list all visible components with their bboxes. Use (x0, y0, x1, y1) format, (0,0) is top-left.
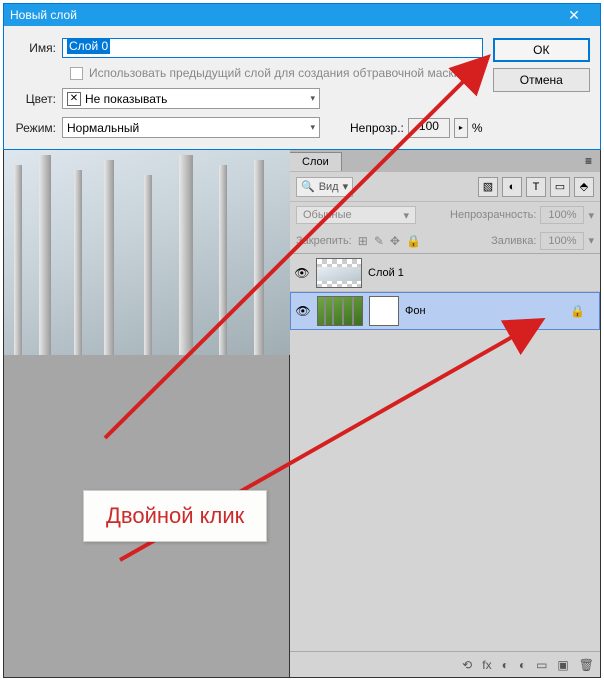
fx-icon[interactable]: fx (482, 658, 491, 672)
filter-smart-icon[interactable]: ⬘ (574, 177, 594, 197)
panel-menu-icon[interactable]: ≡ (577, 154, 600, 168)
clip-mask-label: Использовать предыдущий слой для создани… (89, 66, 460, 80)
new-layer-dialog: Новый слой ✕ Имя: Слой 0 Использовать пр… (3, 3, 601, 150)
none-icon: ✕ (67, 92, 81, 106)
dialog-titlebar[interactable]: Новый слой ✕ (4, 4, 600, 26)
chevron-down-icon[interactable]: ▾ (588, 234, 594, 247)
layer-name[interactable]: Фон (405, 305, 426, 317)
layer-row[interactable]: 👁 Слой 1 (290, 254, 600, 292)
panel-opacity-value[interactable]: 100% (540, 206, 584, 224)
panel-opacity-label: Непрозрачность: (450, 209, 536, 221)
mode-label: Режим: (14, 121, 62, 135)
dialog-form: Имя: Слой 0 Использовать предыдущий слой… (14, 38, 483, 146)
new-layer-icon[interactable]: ▣ (557, 658, 568, 672)
workspace: Слои ≡ 🔍 Вид ▾ ▧ ◐ T ▭ ⬘ Обычные ▾ (3, 150, 601, 678)
filter-adjust-icon[interactable]: ◐ (502, 177, 522, 197)
filter-image-icon[interactable]: ▧ (478, 177, 498, 197)
annotation-tooltip: Двойной клик (83, 490, 267, 542)
canvas-area[interactable] (4, 150, 290, 677)
layer-thumbnail[interactable] (316, 258, 362, 288)
layer-row[interactable]: 👁 Фон 🔒 (290, 292, 600, 330)
layer-name[interactable]: Слой 1 (368, 267, 404, 279)
lock-label: Закрепить: (296, 235, 352, 247)
color-label: Цвет: (14, 92, 62, 106)
opacity-input[interactable]: 100 (408, 118, 450, 138)
lock-all-icon[interactable]: 🔒 (406, 234, 421, 248)
layer-thumbnail[interactable] (317, 296, 363, 326)
lock-position-icon[interactable]: ✥ (390, 234, 400, 248)
fill-label: Заливка: (491, 235, 536, 247)
filter-kind-select[interactable]: 🔍 Вид ▾ (296, 177, 353, 197)
layers-panel: Слои ≡ 🔍 Вид ▾ ▧ ◐ T ▭ ⬘ Обычные ▾ (290, 150, 600, 677)
clip-mask-checkbox[interactable] (70, 67, 83, 80)
opacity-flyout[interactable]: ▸ (454, 118, 468, 138)
chevron-down-icon: ▾ (343, 180, 349, 193)
chevron-down-icon[interactable]: ▾ (588, 209, 594, 222)
cancel-button[interactable]: Отмена (493, 68, 590, 92)
lock-icon: 🔒 (570, 304, 595, 318)
mode-select[interactable]: Нормальный ▾ (62, 117, 320, 138)
name-label: Имя: (14, 41, 62, 55)
panel-footer: ⟲ fx ◐ ◐ ▭ ▣ 🗑 (290, 651, 600, 677)
dialog-title: Новый слой (10, 8, 554, 22)
tab-layers[interactable]: Слои (290, 152, 342, 171)
layer-mask-thumbnail[interactable] (369, 296, 399, 326)
adjustment-icon[interactable]: ◐ (519, 658, 526, 672)
color-select[interactable]: ✕ Не показывать ▾ (62, 88, 320, 109)
opacity-suffix: % (472, 121, 483, 135)
group-icon[interactable]: ▭ (536, 658, 547, 672)
opacity-label: Непрозр.: (350, 121, 404, 135)
mask-icon[interactable]: ◐ (502, 658, 509, 672)
canvas-image (4, 150, 290, 355)
filter-shape-icon[interactable]: ▭ (550, 177, 570, 197)
visibility-icon[interactable]: 👁 (295, 304, 311, 318)
fill-value[interactable]: 100% (540, 232, 584, 250)
close-icon[interactable]: ✕ (554, 7, 594, 24)
lock-brush-icon[interactable]: ✎ (374, 234, 384, 248)
name-input[interactable]: Слой 0 (62, 38, 483, 58)
chevron-down-icon: ▾ (310, 93, 315, 104)
ok-button[interactable]: ОК (493, 38, 590, 62)
filter-text-icon[interactable]: T (526, 177, 546, 197)
link-layers-icon[interactable]: ⟲ (462, 658, 472, 672)
chevron-down-icon: ▾ (310, 122, 315, 133)
panel-tabbar: Слои ≡ (290, 150, 600, 172)
lock-pixels-icon[interactable]: ⊞ (358, 234, 368, 248)
layer-list: 👁 Слой 1 👁 Фон 🔒 (290, 254, 600, 651)
chevron-down-icon: ▾ (403, 209, 409, 222)
trash-icon[interactable]: 🗑 (579, 658, 594, 672)
search-icon: 🔍 (301, 180, 315, 193)
blend-mode-select[interactable]: Обычные ▾ (296, 206, 416, 224)
visibility-icon[interactable]: 👁 (294, 266, 310, 280)
